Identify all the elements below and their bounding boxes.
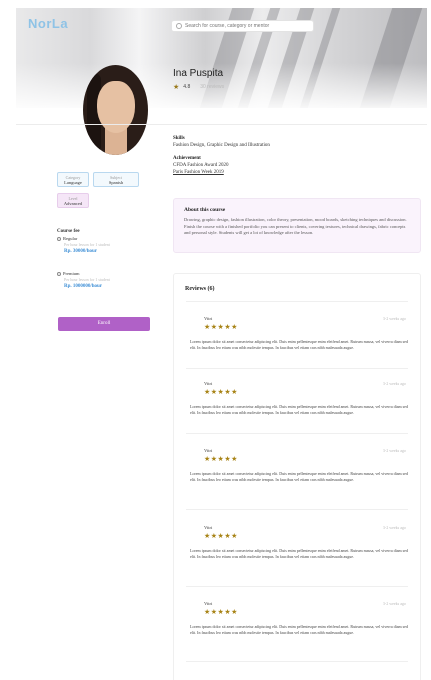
avatar [83,65,148,155]
skills-title: Skills [173,136,185,141]
divider [16,124,427,125]
achievement-item: CFDA Fashion Award 2020 [173,162,229,168]
option-price: Rp. 30000/hour [64,249,98,254]
review-text: Lorem ipsum dolor sit amet consectetur a… [190,339,408,350]
option-name: Premium [63,271,80,276]
option-price: Rp. 1000000/hour [64,284,103,289]
star-rating: ★★★★★ [204,388,238,396]
about-card: About this course Drawing, graphic desig… [173,198,421,253]
star-icon: ★ [173,84,180,91]
mentor-name: Ina Puspita [173,68,224,79]
search-input[interactable] [185,23,313,29]
about-text: Drawing, graphic design, fashion illustr… [184,217,407,236]
mentor-details: Skills Fashion Design, Graphic Design an… [173,135,413,176]
reviewer-name: Vitri [204,601,213,606]
reviewer-name: Vitri [204,525,213,530]
achievement-title: Achievement [173,155,201,161]
search-icon [176,23,182,29]
rating-summary: ★ 4.8 30 reviews [173,83,224,91]
review-text: Lorem ipsum dolor sit amet consectetur a… [190,548,408,559]
star-rating: ★★★★★ [204,323,238,331]
star-rating: ★★★★★ [204,608,238,616]
review-text: Lorem ipsum dolor sit amet consectetur a… [190,404,408,415]
radio-button[interactable] [57,236,61,241]
skills-text: Fashion Design, Graphic Design and Illus… [173,143,270,149]
reviewer-name: Vitri [204,381,213,386]
option-name: Regular [63,236,78,241]
star-rating: ★★★★★ [204,455,238,463]
achievement-item[interactable]: Paris Fashion Week 2019 [173,169,413,176]
course-fee-title: Course fee [57,229,80,234]
about-title: About this course [184,207,226,213]
fee-option-regular[interactable]: Regular Per hour lesson for 1 student Rp… [57,236,110,254]
star-rating: ★★★★★ [204,532,238,540]
subject-chip: Subject Spanish [93,172,139,187]
level-chip: Level Advanced [57,193,89,208]
chip-value: Language [64,180,82,185]
category-chip: Category Language [57,172,89,187]
review-text: Lorem ipsum dolor sit amet consectetur a… [190,471,408,482]
reviews-card: Reviews (6) Vitri 3-2 weeks ago ★★★★★ Lo… [173,273,421,680]
fee-option-premium[interactable]: Premium Per hour lesson for 1 student Rp… [57,271,110,289]
review-time: 3-2 weeks ago [382,448,406,453]
chip-value: Spanish [108,180,124,185]
review-text: Lorem ipsum dolor sit amet consectetur a… [190,624,408,635]
reviewer-name: Vitri [204,448,213,453]
review-time: 3-2 weeks ago [382,601,406,606]
review-time: 3-2 weeks ago [382,316,406,321]
review-time: 3-2 weeks ago [382,381,406,386]
search-bar[interactable] [171,20,314,32]
brand-logo[interactable]: NorLa [28,16,68,31]
option-note: Per hour lesson for 1 student [64,242,110,247]
reviews-title: Reviews (6) [185,286,215,292]
review-time: 3-2 weeks ago [382,525,406,530]
rating-value: 4.8 [183,84,191,90]
chip-value: Advanced [63,201,83,206]
rating-count[interactable]: 30 reviews [200,84,224,90]
enroll-button[interactable]: Enroll [58,317,150,331]
reviewer-name: Vitri [204,316,213,321]
radio-button[interactable] [57,271,61,276]
option-note: Per hour lesson for 1 student [64,277,110,282]
